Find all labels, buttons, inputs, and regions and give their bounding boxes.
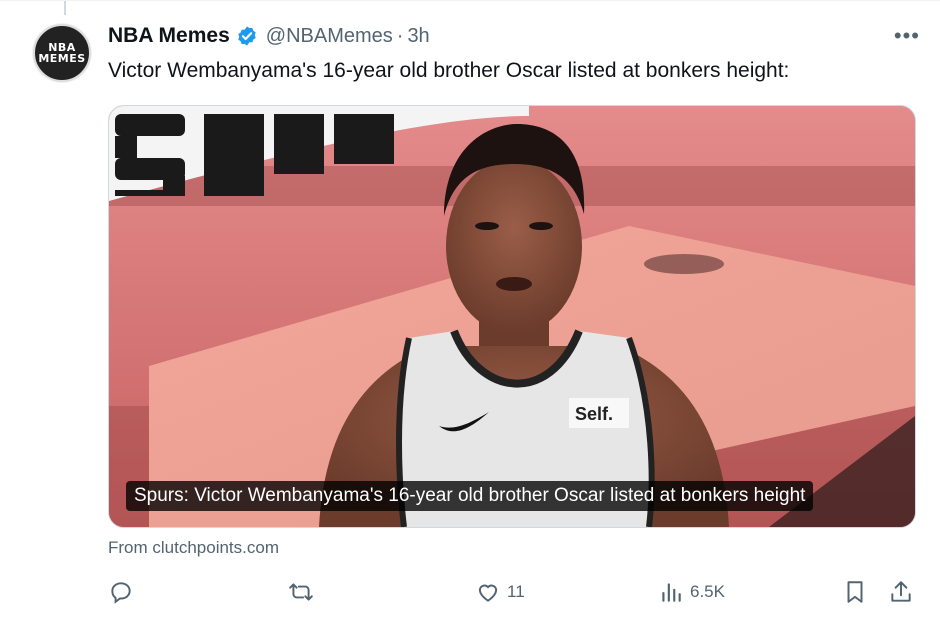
bookmark-button[interactable]: [842, 579, 868, 605]
jersey-text: Self.: [575, 404, 613, 424]
more-options-icon[interactable]: •••: [894, 23, 920, 49]
player-photo: Self.: [109, 106, 915, 527]
like-button[interactable]: 11: [475, 579, 525, 605]
link-source[interactable]: From clutchpoints.com: [108, 538, 279, 558]
reply-button[interactable]: [108, 579, 134, 605]
views-icon: [662, 583, 681, 602]
retweet-button[interactable]: [288, 579, 314, 605]
author-name[interactable]: NBA Memes: [108, 24, 230, 48]
tweet-card[interactable]: NBA MEMES NBA Memes @NBAMemes · 3h ••• V…: [0, 0, 940, 632]
bookmark-icon: [847, 581, 863, 603]
tweet-header: NBA Memes @NBAMemes · 3h: [108, 21, 910, 51]
share-button[interactable]: [888, 579, 914, 605]
media-image[interactable]: Self.: [108, 105, 916, 528]
author-handle[interactable]: @NBAMemes: [266, 25, 393, 48]
avatar-logo: NBA MEMES: [33, 24, 91, 82]
tweet-actions: 11 6.5K: [108, 579, 918, 615]
like-count: 11: [507, 582, 525, 601]
thread-line: [64, 1, 66, 15]
media-caption: Spurs: Victor Wembanyama's 16-year old b…: [126, 481, 814, 511]
avatar-text-bottom: MEMES: [38, 52, 86, 65]
tweet-time[interactable]: 3h: [407, 25, 429, 48]
verified-badge-icon: [238, 26, 256, 46]
retweet-icon: [289, 583, 313, 601]
separator-dot: ·: [396, 24, 404, 47]
share-icon: [891, 581, 911, 602]
views-button[interactable]: 6.5K: [658, 579, 725, 605]
reply-icon: [111, 582, 131, 604]
views-count: 6.5K: [690, 582, 725, 601]
tweet-text: Victor Wembanyama's 16-year old brother …: [108, 59, 790, 82]
heart-icon: [478, 584, 498, 602]
avatar[interactable]: NBA MEMES: [32, 23, 92, 83]
